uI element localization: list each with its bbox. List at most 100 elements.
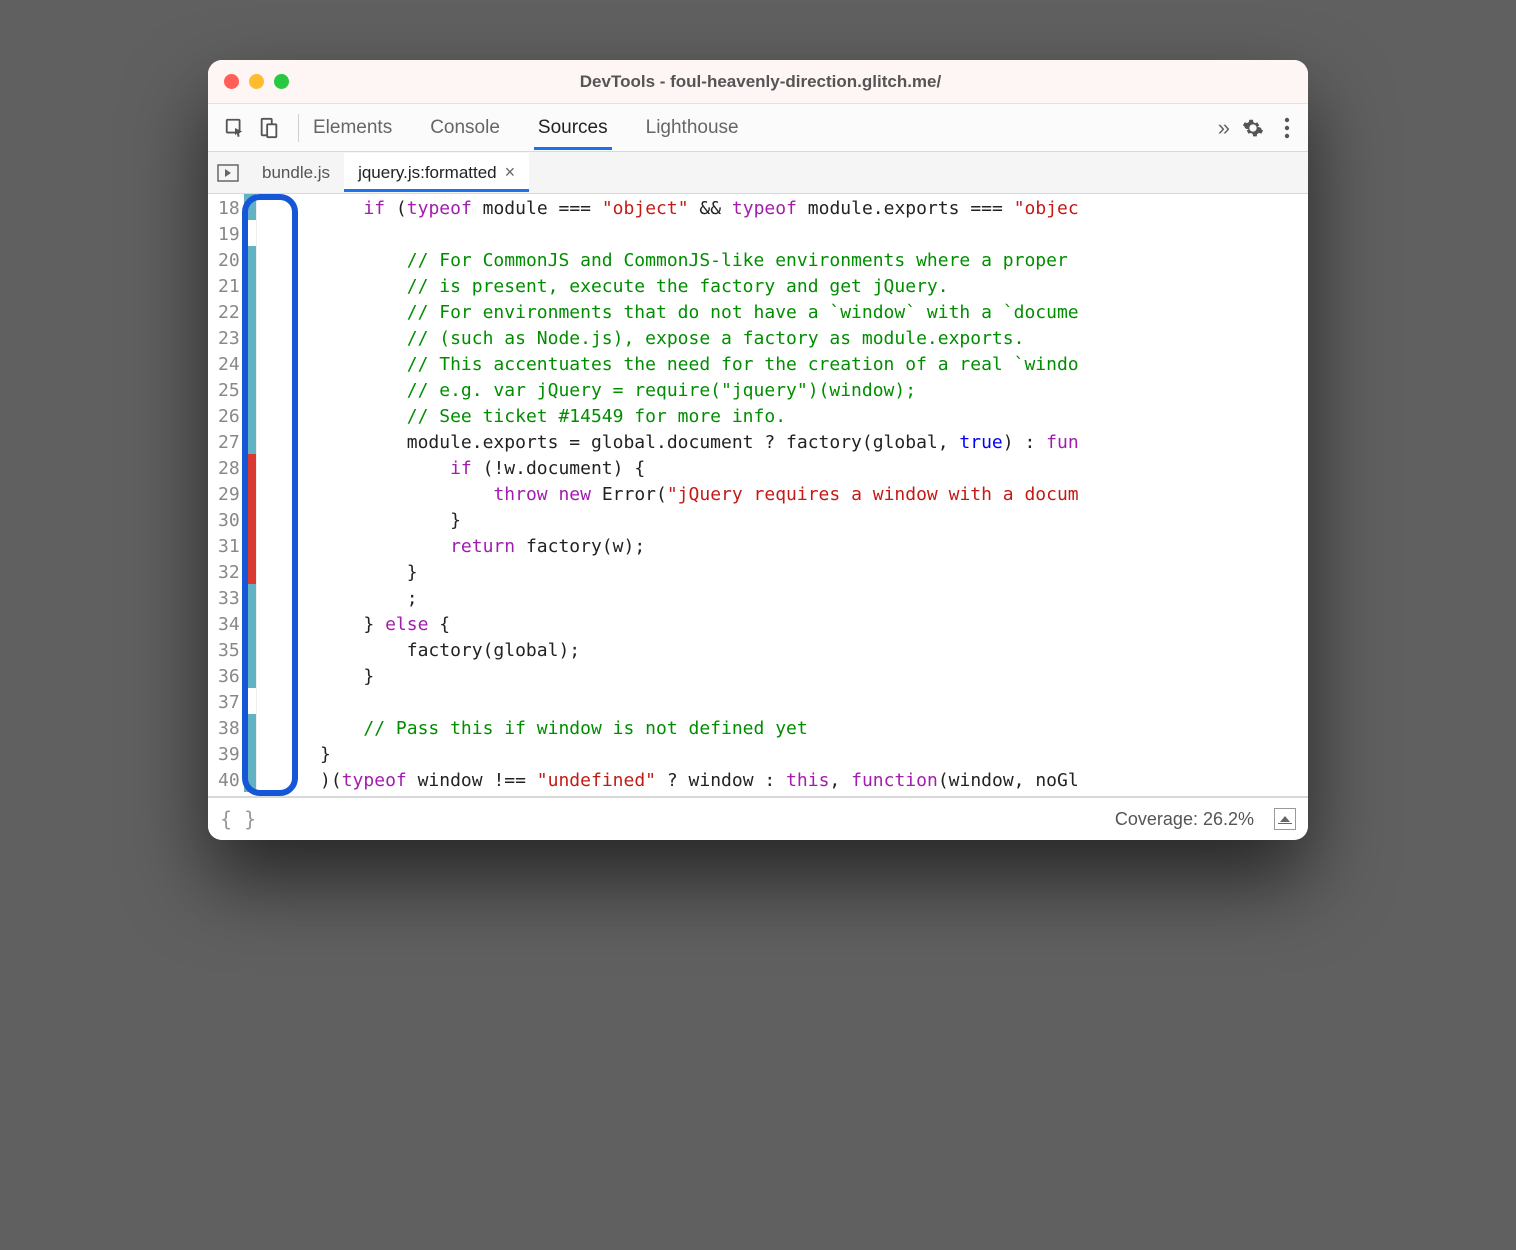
line-number[interactable]: 19 (218, 222, 240, 248)
code-line[interactable]: } else { (277, 612, 1308, 638)
coverage-marker (244, 766, 256, 792)
code-line[interactable]: return factory(w); (277, 534, 1308, 560)
panel-tab-console[interactable]: Console (426, 107, 504, 149)
line-number[interactable]: 30 (218, 508, 240, 534)
panel-tab-lighthouse[interactable]: Lighthouse (642, 107, 743, 149)
line-number[interactable]: 35 (218, 638, 240, 664)
coverage-marker (244, 350, 256, 376)
line-number[interactable]: 40 (218, 768, 240, 794)
file-tab[interactable]: bundle.js (248, 153, 344, 192)
coverage-marker (244, 506, 256, 532)
coverage-marker (244, 324, 256, 350)
coverage-marker (244, 246, 256, 272)
code-line[interactable]: // For environments that do not have a `… (277, 300, 1308, 326)
file-tab[interactable]: jquery.js:formatted× (344, 153, 529, 192)
coverage-marker (244, 454, 256, 480)
coverage-marker (244, 740, 256, 766)
line-number[interactable]: 39 (218, 742, 240, 768)
coverage-marker (244, 220, 256, 246)
close-window-button[interactable] (224, 74, 239, 89)
coverage-marker (244, 194, 256, 220)
coverage-marker (244, 688, 256, 714)
line-number[interactable]: 18 (218, 196, 240, 222)
line-number[interactable]: 31 (218, 534, 240, 560)
close-icon[interactable]: × (505, 162, 516, 183)
statusbar: { } Coverage: 26.2% (208, 796, 1308, 840)
line-number[interactable]: 21 (218, 274, 240, 300)
code-line[interactable]: if (!w.document) { (277, 456, 1308, 482)
line-number[interactable]: 36 (218, 664, 240, 690)
window-controls (224, 74, 289, 89)
code-line[interactable]: ; (277, 586, 1308, 612)
drawer-toggle-icon[interactable] (1274, 808, 1296, 830)
line-number[interactable]: 34 (218, 612, 240, 638)
titlebar: DevTools - foul-heavenly-direction.glitc… (208, 60, 1308, 104)
line-number[interactable]: 27 (218, 430, 240, 456)
code-line[interactable]: // See ticket #14549 for more info. (277, 404, 1308, 430)
coverage-marker (244, 376, 256, 402)
panel-tabs: Elements Console Sources Lighthouse (309, 107, 1206, 149)
line-numbers: 1819202122232425262728293031323334353637… (208, 194, 244, 796)
code-line[interactable]: } (277, 664, 1308, 690)
code-line[interactable]: // e.g. var jQuery = require("jquery")(w… (277, 378, 1308, 404)
code-line[interactable] (277, 690, 1308, 716)
code-line[interactable]: // This accentuates the need for the cre… (277, 352, 1308, 378)
line-number[interactable]: 38 (218, 716, 240, 742)
coverage-marker (244, 480, 256, 506)
coverage-marker (244, 662, 256, 688)
code-line[interactable]: // For CommonJS and CommonJS-like enviro… (277, 248, 1308, 274)
line-number[interactable]: 37 (218, 690, 240, 716)
coverage-status: Coverage: 26.2% (1115, 809, 1254, 830)
window-title: DevTools - foul-heavenly-direction.glitc… (289, 72, 1232, 92)
code-line[interactable]: )(typeof window !== "undefined" ? window… (277, 768, 1308, 794)
panel-tab-sources[interactable]: Sources (534, 107, 612, 149)
coverage-marker (244, 428, 256, 454)
inspect-element-icon[interactable] (224, 117, 246, 139)
code-line[interactable] (277, 222, 1308, 248)
more-options-icon[interactable] (1284, 117, 1290, 139)
line-number[interactable]: 20 (218, 248, 240, 274)
code-content[interactable]: if (typeof module === "object" && typeof… (257, 194, 1308, 796)
coverage-marker (244, 584, 256, 610)
source-editor[interactable]: 1819202122232425262728293031323334353637… (208, 194, 1308, 796)
coverage-marker (244, 532, 256, 558)
more-tabs-icon[interactable]: » (1206, 115, 1242, 141)
maximize-window-button[interactable] (274, 74, 289, 89)
code-line[interactable]: } (277, 742, 1308, 768)
line-number[interactable]: 28 (218, 456, 240, 482)
settings-icon[interactable] (1242, 117, 1264, 139)
line-number[interactable]: 29 (218, 482, 240, 508)
line-number[interactable]: 23 (218, 326, 240, 352)
panel-tab-elements[interactable]: Elements (309, 107, 396, 149)
line-number[interactable]: 25 (218, 378, 240, 404)
coverage-gutter (244, 194, 256, 796)
line-number[interactable]: 22 (218, 300, 240, 326)
pretty-print-icon[interactable]: { } (220, 807, 256, 831)
code-line[interactable]: module.exports = global.document ? facto… (277, 430, 1308, 456)
code-line[interactable]: // Pass this if window is not defined ye… (277, 716, 1308, 742)
sources-toolbar: bundle.js jquery.js:formatted× (208, 152, 1308, 194)
line-number[interactable]: 26 (218, 404, 240, 430)
code-line[interactable]: // is present, execute the factory and g… (277, 274, 1308, 300)
line-number[interactable]: 24 (218, 352, 240, 378)
minimize-window-button[interactable] (249, 74, 264, 89)
debugger-navigator-icon[interactable] (208, 164, 248, 182)
coverage-marker (244, 298, 256, 324)
code-line[interactable]: } (277, 508, 1308, 534)
code-line[interactable]: throw new Error("jQuery requires a windo… (277, 482, 1308, 508)
line-number[interactable]: 33 (218, 586, 240, 612)
coverage-marker (244, 636, 256, 662)
coverage-marker (244, 610, 256, 636)
code-line[interactable]: factory(global); (277, 638, 1308, 664)
file-tabs: bundle.js jquery.js:formatted× (248, 153, 529, 192)
device-toolbar-icon[interactable] (258, 117, 280, 139)
coverage-marker (244, 714, 256, 740)
code-line[interactable]: if (typeof module === "object" && typeof… (277, 196, 1308, 222)
devtools-window: DevTools - foul-heavenly-direction.glitc… (208, 60, 1308, 840)
editor-gutter: 1819202122232425262728293031323334353637… (208, 194, 257, 796)
line-number[interactable]: 32 (218, 560, 240, 586)
code-line[interactable]: } (277, 560, 1308, 586)
code-line[interactable]: // (such as Node.js), expose a factory a… (277, 326, 1308, 352)
file-tab-label: bundle.js (262, 163, 330, 183)
main-toolbar: Elements Console Sources Lighthouse » (208, 104, 1308, 152)
